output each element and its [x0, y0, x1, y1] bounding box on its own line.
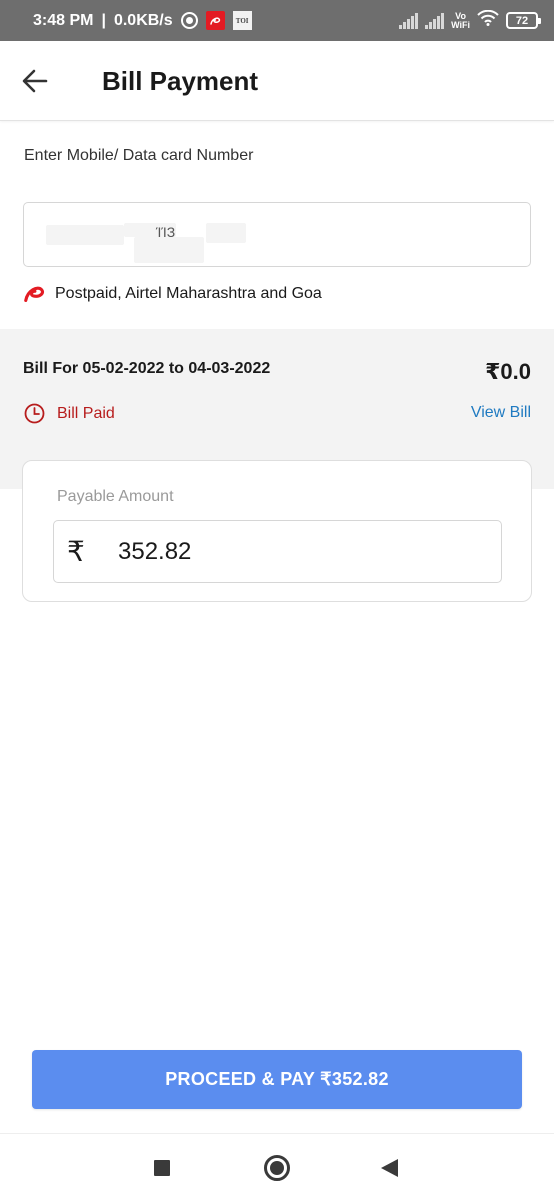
mobile-number-label: Enter Mobile/ Data card Number	[24, 147, 254, 164]
status-separator: |	[101, 11, 106, 29]
bill-period: Bill For 05-02-2022 to 04-03-2022	[23, 360, 271, 377]
operator-text: Postpaid, Airtel Maharashtra and Goa	[55, 285, 322, 302]
airtel-logo-icon	[23, 284, 45, 304]
operator-info: Postpaid, Airtel Maharashtra and Goa	[23, 284, 322, 304]
system-nav-bar	[0, 1133, 554, 1200]
bill-status-label: Bill Paid	[57, 404, 115, 422]
payable-amount-card: Payable Amount ₹ 352.82	[22, 460, 532, 602]
wifi-icon	[477, 9, 499, 31]
payable-amount-value: 352.82	[118, 538, 192, 565]
status-left: 3:48 PM | 0.0KB/s TOI	[33, 11, 252, 30]
signal-strength-icon-2	[425, 12, 445, 29]
status-bar: 3:48 PM | 0.0KB/s TOI Vo WiFi 72	[0, 0, 554, 41]
clock-icon	[24, 403, 45, 424]
back-icon[interactable]	[381, 1159, 398, 1177]
redacted-number: ΊΊЗ	[46, 223, 246, 263]
airtel-app-icon	[205, 11, 225, 30]
proceed-pay-button[interactable]: PROCEED & PAY ₹352.82	[32, 1050, 522, 1109]
vowifi-bottom-label: WiFi	[451, 19, 470, 30]
signal-strength-icon	[399, 12, 419, 29]
record-icon	[180, 12, 198, 29]
payable-amount-label: Payable Amount	[57, 488, 174, 505]
page-title: Bill Payment	[102, 66, 259, 96]
view-bill-link[interactable]: View Bill	[471, 404, 531, 422]
battery-level: 72	[515, 14, 529, 27]
vowifi-icon: Vo WiFi	[451, 11, 470, 30]
bill-status: Bill Paid	[24, 403, 115, 424]
recents-icon[interactable]	[154, 1160, 170, 1176]
number-fragment: ΊΊЗ	[156, 224, 176, 240]
bill-amount: ₹0.0	[485, 359, 531, 384]
rupee-icon: ₹	[67, 536, 85, 567]
payable-amount-input[interactable]: ₹ 352.82	[53, 520, 502, 583]
bill-payment-screen: 3:48 PM | 0.0KB/s TOI Vo WiFi 72 Bill Pa…	[0, 0, 554, 1200]
app-bar: Bill Payment	[0, 41, 554, 121]
status-right: Vo WiFi 72	[399, 9, 541, 31]
battery-icon: 72	[506, 12, 541, 29]
arrow-left-icon[interactable]	[20, 67, 50, 95]
network-speed: 0.0KB/s	[113, 11, 173, 29]
toi-app-icon: TOI	[232, 11, 252, 30]
home-icon[interactable]	[264, 1155, 290, 1181]
status-time: 3:48 PM	[33, 11, 94, 29]
mobile-number-input[interactable]: ΊΊЗ	[23, 202, 531, 267]
